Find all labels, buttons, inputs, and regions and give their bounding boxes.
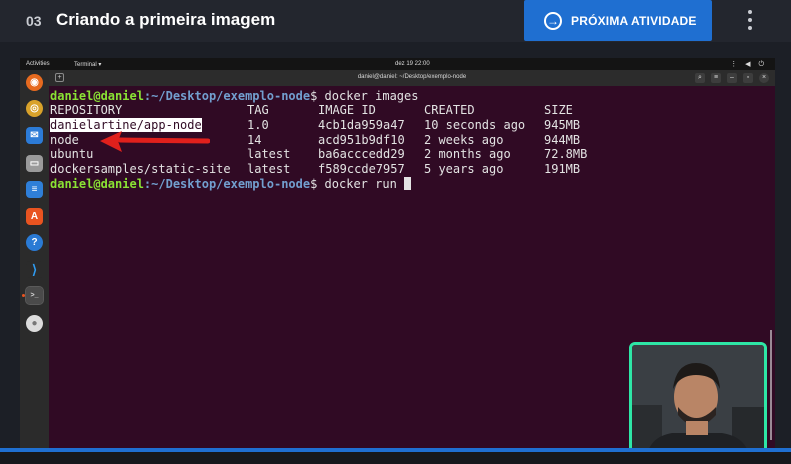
activities-button[interactable]: Activities: [26, 61, 50, 67]
prompt-line-2: daniel@daniel:~/Desktop/exemplo-node$ do…: [50, 177, 412, 191]
text-cursor: [404, 177, 412, 190]
close-icon[interactable]: ×: [759, 73, 769, 83]
gnome-top-bar: Activities Terminal ▾ dez 19 22:00 ⋮ ◀ ⏻: [20, 58, 775, 70]
more-options-icon[interactable]: [744, 10, 756, 30]
terminal-scrollbar[interactable]: [770, 330, 772, 440]
help-icon[interactable]: ?: [26, 234, 43, 251]
firefox-icon[interactable]: ◉: [26, 74, 43, 91]
course-header: 03 Criando a primeira imagem → PRÓXIMA A…: [0, 0, 791, 42]
terminal-icon[interactable]: >_: [25, 286, 44, 305]
annotation-arrow-icon: [100, 131, 210, 152]
search-icon[interactable]: ⌕: [695, 73, 705, 83]
prompt-line-1: daniel@daniel:~/Desktop/exemplo-node$ do…: [50, 89, 419, 103]
terminal-title: daniel@daniel: ~/Desktop/exemplo-node: [357, 74, 467, 80]
software-icon[interactable]: A: [26, 208, 43, 225]
menu-icon[interactable]: ≡: [711, 73, 721, 83]
thunderbird-icon[interactable]: ✉: [26, 127, 43, 144]
arrow-right-circle-icon: →: [544, 11, 562, 30]
writer-icon[interactable]: ≡: [26, 181, 43, 198]
clock[interactable]: dez 19 22:00: [395, 61, 430, 67]
files-icon[interactable]: ▭: [26, 155, 43, 172]
dock: ◉ ◎ ✉ ▭ ≡ A ? ⟩ >_ ●: [20, 70, 49, 464]
maximize-icon[interactable]: ▫: [743, 73, 753, 83]
command-docker-run: docker run: [324, 177, 405, 191]
next-activity-label: PRÓXIMA ATIVIDADE: [571, 13, 697, 28]
presenter-video: [632, 345, 764, 461]
disc-icon[interactable]: ●: [26, 315, 43, 332]
command-docker-images: docker images: [324, 89, 419, 103]
terminal-titlebar: + daniel@daniel: ~/Desktop/exemplo-node …: [49, 70, 775, 86]
webcam-overlay: [629, 342, 767, 464]
app-menu[interactable]: Terminal ▾: [74, 61, 101, 68]
lesson-title: Criando a primeira imagem: [56, 10, 276, 29]
rhythmbox-icon[interactable]: ◎: [26, 100, 43, 117]
player-controls-strip: [0, 452, 791, 464]
system-tray[interactable]: ⋮ ◀ ⏻: [730, 60, 767, 69]
lesson-number: 03: [26, 13, 42, 29]
minimize-icon[interactable]: –: [727, 73, 737, 83]
next-activity-button[interactable]: → PRÓXIMA ATIVIDADE: [524, 0, 712, 41]
vscode-icon[interactable]: ⟩: [26, 261, 43, 278]
active-app-indicator: [22, 294, 25, 297]
